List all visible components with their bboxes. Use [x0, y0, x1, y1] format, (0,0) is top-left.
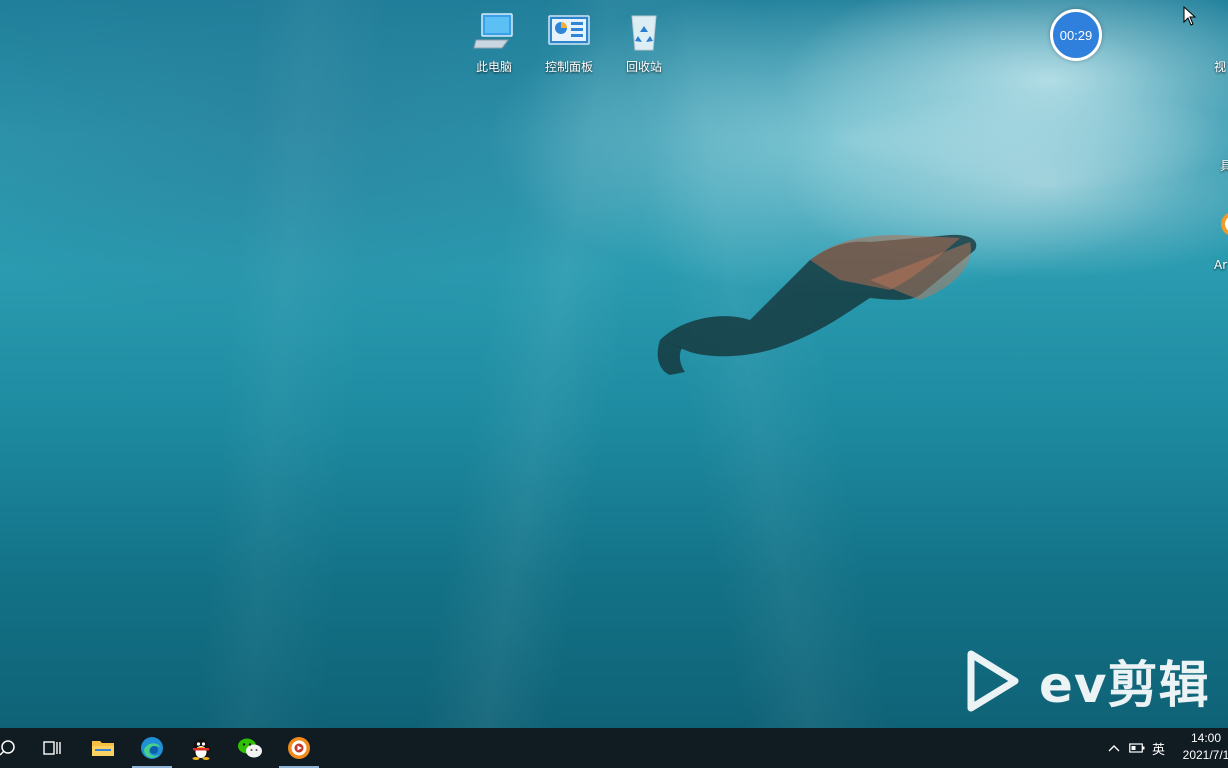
watermark-text: ev剪辑: [1039, 656, 1210, 714]
taskbar-clock[interactable]: 14:00 2021/7/1: [1176, 730, 1228, 764]
wechat-icon: [238, 738, 262, 758]
edge-label-middle-right[interactable]: 具: [1220, 157, 1228, 174]
taskbar-file-explorer[interactable]: [79, 728, 127, 768]
battery-button[interactable]: [1126, 743, 1148, 753]
task-view-icon: [43, 741, 61, 755]
search-icon: [0, 740, 15, 756]
edge-label-app-right: Ar: [1214, 258, 1228, 272]
recycle-bin-icon: [622, 10, 666, 54]
control-panel-icon: [547, 10, 591, 54]
computer-icon: [472, 10, 516, 54]
clock-date: 2021/7/1: [1182, 748, 1228, 762]
desktop: 此电脑 控制面板 回收站 00:29 视 具 Ar ev剪辑 英 14:00 2…: [0, 0, 1228, 768]
taskbar: 英 14:00 2021/7/1: [0, 728, 1228, 768]
show-hidden-icons-button[interactable]: [1106, 744, 1122, 752]
taskbar-ev-recorder[interactable]: [275, 728, 323, 768]
desktop-icon-recycle-bin[interactable]: 回收站: [606, 10, 682, 75]
system-tray: 英: [1106, 728, 1165, 768]
edge-label-top-right[interactable]: 视: [1214, 58, 1226, 75]
desktop-icon-label: 此电脑: [475, 60, 512, 74]
battery-icon: [1129, 743, 1145, 753]
app-shortcut-icon: [1221, 213, 1228, 235]
taskbar-wechat[interactable]: [226, 728, 274, 768]
desktop-icon-this-pc[interactable]: 此电脑: [456, 10, 532, 75]
partial-app-icon[interactable]: [1219, 208, 1228, 248]
ev-watermark: ev剪辑: [965, 645, 1210, 717]
taskbar-qq[interactable]: [177, 728, 225, 768]
desktop-icon-control-panel[interactable]: 控制面板: [531, 10, 607, 75]
mouse-cursor-icon: [1183, 5, 1197, 30]
play-logo-icon: [967, 650, 1019, 712]
input-method-indicator[interactable]: 英: [1152, 739, 1165, 758]
folder-icon: [92, 741, 114, 756]
desktop-icon-label: 控制面板: [544, 60, 593, 74]
qq-penguin-icon: [192, 739, 210, 760]
chevron-up-icon: [1108, 745, 1120, 752]
clock-time: 14:00: [1190, 731, 1222, 745]
task-view-button[interactable]: [28, 728, 76, 768]
edge-browser-icon: [141, 737, 163, 759]
recording-timer-text: 00:29: [1059, 27, 1093, 43]
desktop-icon-label: 回收站: [625, 60, 662, 74]
freediver-image: [657, 234, 977, 375]
recording-timer[interactable]: 00:29: [1050, 9, 1102, 61]
ev-recorder-icon: [288, 737, 310, 759]
taskbar-edge[interactable]: [128, 728, 176, 768]
